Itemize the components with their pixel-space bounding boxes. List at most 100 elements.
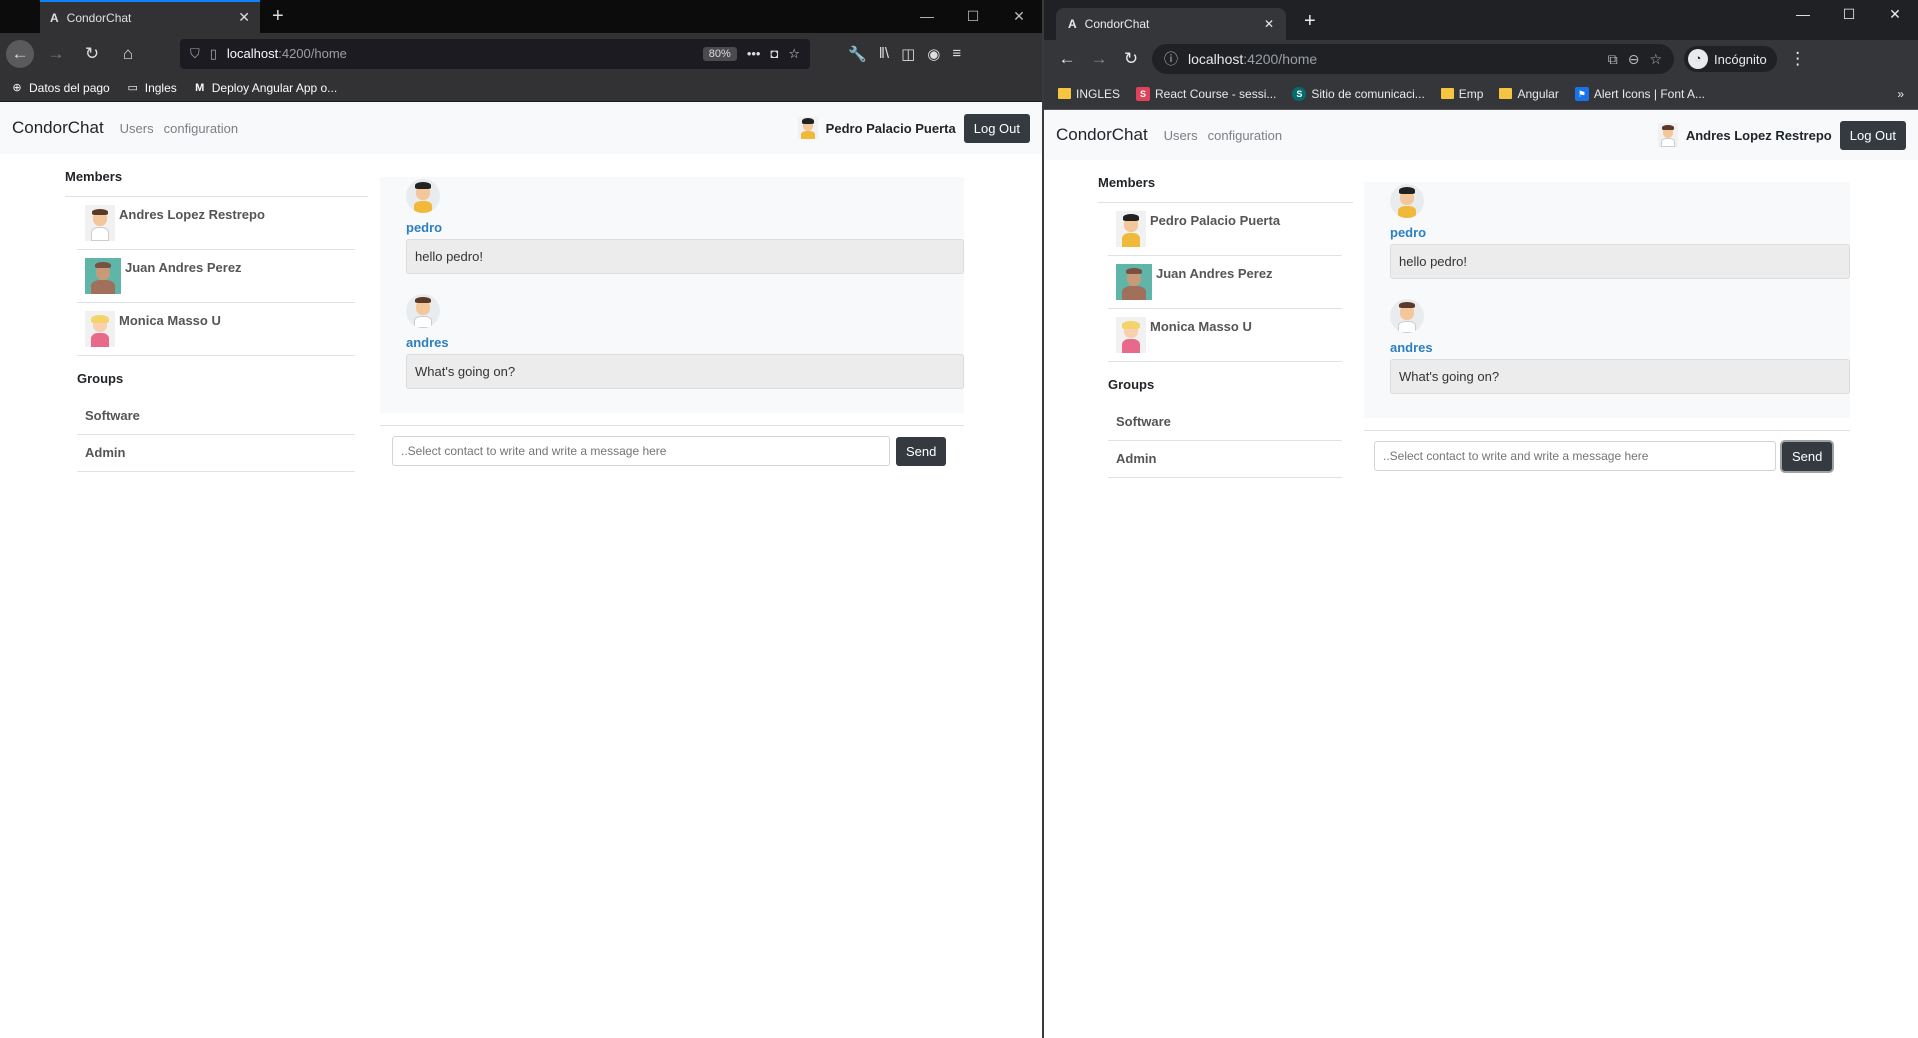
group-item-software[interactable]: Software (77, 398, 355, 435)
bookmark-item[interactable]: ▭ Ingles (126, 81, 177, 95)
nav-users-link[interactable]: Users (120, 121, 154, 136)
minimize-icon[interactable]: — (904, 0, 950, 33)
url-bar[interactable]: ⓘ localhost:4200/home ⧉ ⊖ ☆ (1152, 44, 1674, 74)
more-bookmarks-icon[interactable]: » (1897, 87, 1904, 101)
member-name: Pedro Palacio Puerta (1150, 213, 1281, 228)
bookmark-item[interactable]: S React Course - sessi... (1136, 86, 1277, 101)
home-icon[interactable]: ⌂ (114, 40, 142, 68)
nav-users-link[interactable]: Users (1164, 128, 1198, 143)
account-icon[interactable]: ◉ (927, 45, 940, 63)
page-icon: ▯ (209, 45, 217, 61)
group-item-admin[interactable]: Admin (1108, 441, 1342, 478)
logout-button[interactable]: Log Out (963, 113, 1030, 143)
send-button[interactable]: Send (1782, 441, 1833, 471)
wrench-icon[interactable]: 🔧 (848, 45, 867, 63)
library-icon[interactable]: ‖\ (879, 45, 889, 63)
bookmark-item[interactable]: Emp (1440, 86, 1484, 101)
close-window-icon[interactable]: ✕ (1872, 0, 1918, 33)
angular-favicon-icon: A (50, 10, 59, 25)
bookmark-item[interactable]: INGLES (1058, 87, 1120, 101)
info-icon[interactable]: ⓘ (1164, 49, 1178, 69)
more-actions-icon[interactable]: ••• (747, 46, 761, 61)
member-item[interactable]: Juan Andres Perez (1108, 256, 1342, 309)
close-window-icon[interactable]: ✕ (996, 0, 1042, 33)
close-tab-icon[interactable]: ✕ (238, 9, 250, 26)
shield-icon[interactable]: ⛉ (190, 46, 200, 62)
current-user-name: Pedro Palacio Puerta (825, 120, 956, 136)
folder-icon: ▭ (127, 81, 138, 94)
maximize-icon[interactable]: ☐ (950, 0, 996, 33)
bookmark-label: React Course - sessi... (1155, 86, 1277, 101)
avatar (1390, 184, 1424, 218)
reload-icon[interactable]: ↻ (78, 40, 106, 68)
minimize-icon[interactable]: — (1780, 0, 1826, 33)
menu-icon[interactable]: ⋮ (1787, 49, 1809, 69)
member-item[interactable]: Pedro Palacio Puerta (1108, 203, 1342, 256)
message-author[interactable]: pedro (406, 220, 964, 235)
incognito-badge[interactable]: ◔ Incógnito (1684, 46, 1777, 72)
member-item[interactable]: Juan Andres Perez (77, 250, 355, 303)
translate-icon[interactable]: ⧉ (1608, 51, 1618, 68)
sharepoint-icon: S (1292, 86, 1307, 101)
send-button[interactable]: Send (896, 436, 947, 466)
firefox-window: A CondorChat ✕ + — ☐ ✕ ← → ↻ ⌂ ⛉ ▯ local… (0, 0, 1042, 1038)
brand-link[interactable]: CondorChat (1056, 125, 1148, 145)
site-icon: S (1136, 86, 1151, 101)
bookmark-item[interactable]: M Deploy Angular App o... (193, 81, 337, 95)
nav-configuration-link[interactable]: configuration (164, 121, 238, 136)
message-author[interactable]: pedro (1390, 225, 1850, 240)
message-input[interactable] (392, 436, 890, 466)
bookmark-star-icon[interactable]: ☆ (788, 46, 800, 62)
brand-link[interactable]: CondorChat (12, 118, 104, 138)
bookmark-item[interactable]: ⚑ Alert Icons | Font A... (1574, 86, 1705, 101)
nav-configuration-link[interactable]: configuration (1208, 128, 1282, 143)
zoom-level[interactable]: 80% (702, 46, 737, 61)
bookmark-item[interactable]: Angular (1499, 87, 1559, 101)
avatar (1657, 123, 1678, 147)
zoom-icon[interactable]: ⊖ (1628, 51, 1640, 68)
incognito-icon: ◔ (1688, 49, 1708, 69)
group-item-admin[interactable]: Admin (77, 435, 355, 472)
url-bar[interactable]: ⛉ ▯ localhost:4200/home 80% ••• ◘ ☆ (180, 38, 810, 69)
logout-button[interactable]: Log Out (1839, 120, 1906, 150)
compose-bar: Send (1364, 430, 1850, 471)
avatar (797, 117, 818, 139)
avatar (1390, 299, 1424, 333)
browser-tab[interactable]: A CondorChat ✕ (1056, 8, 1286, 40)
bookmark-label: INGLES (1076, 86, 1121, 101)
member-item[interactable]: Monica Masso U (77, 303, 355, 356)
bookmark-item[interactable]: ⊕ Datos del pago (10, 81, 109, 95)
close-tab-icon[interactable]: ✕ (1264, 17, 1274, 31)
member-item[interactable]: Andres Lopez Restrepo (77, 197, 355, 250)
maximize-icon[interactable]: ☐ (1826, 0, 1872, 33)
avatar (85, 258, 121, 294)
menu-icon[interactable]: ≡ (952, 45, 961, 63)
bookmark-star-icon[interactable]: ☆ (1649, 51, 1662, 68)
bookmark-label: Sitio de comunicaci... (1311, 86, 1425, 101)
back-icon[interactable]: ← (6, 39, 34, 68)
message-author[interactable]: andres (406, 335, 964, 350)
url-path: :4200/home (278, 46, 347, 61)
message-input[interactable] (1374, 441, 1776, 471)
message: pedro hello pedro! (406, 179, 964, 274)
member-item[interactable]: Monica Masso U (1108, 309, 1342, 362)
forward-icon[interactable]: → (42, 40, 70, 68)
members-sidebar: Members Pedro Palacio Puerta Juan Andres… (1098, 160, 1353, 478)
browser-tab[interactable]: A CondorChat ✕ (40, 0, 260, 33)
forward-icon[interactable]: → (1088, 49, 1110, 69)
new-tab-icon[interactable]: + (272, 5, 284, 27)
group-item-software[interactable]: Software (1108, 404, 1342, 441)
pocket-icon[interactable]: ◘ (770, 46, 778, 61)
url-path: :4200/home (1243, 51, 1318, 67)
message-author[interactable]: andres (1390, 340, 1850, 355)
bookmark-label: Emp (1458, 86, 1484, 101)
member-name: Monica Masso U (119, 313, 221, 328)
message: andres What's going on? (406, 294, 964, 389)
sidebar-icon[interactable]: ◫ (901, 45, 915, 63)
avatar (1116, 264, 1152, 300)
reload-icon[interactable]: ↻ (1120, 49, 1142, 69)
back-icon[interactable]: ← (1056, 49, 1078, 69)
bookmark-item[interactable]: S Sitio de comunicaci... (1292, 86, 1425, 101)
message-list: pedro hello pedro! andres What's going o… (1364, 182, 1850, 418)
new-tab-icon[interactable]: + (1304, 10, 1316, 33)
